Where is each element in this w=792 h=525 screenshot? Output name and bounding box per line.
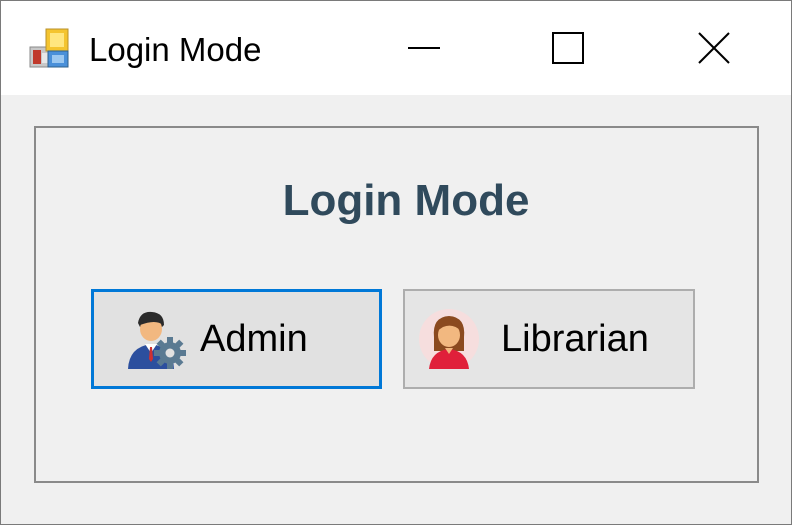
librarian-button-label: Librarian [501,318,649,360]
login-mode-window: Login Mode Login Mode Admin Librarian [0,0,792,525]
title-bar[interactable]: Login Mode [1,1,791,95]
admin-button-label: Admin [200,318,308,360]
close-icon [698,32,730,64]
window-title: Login Mode [89,31,262,68]
page-heading: Login Mode [282,176,530,225]
maximize-icon [552,32,584,64]
librarian-woman-icon [419,309,479,369]
admin-user-gear-icon [128,311,186,369]
admin-button[interactable]: Admin [91,289,382,389]
app-icon [29,28,69,68]
minimize-button[interactable] [359,1,489,95]
minimize-icon [408,47,440,49]
maximize-button[interactable] [503,1,633,95]
close-button[interactable] [649,1,779,95]
librarian-button[interactable]: Librarian [403,289,695,389]
